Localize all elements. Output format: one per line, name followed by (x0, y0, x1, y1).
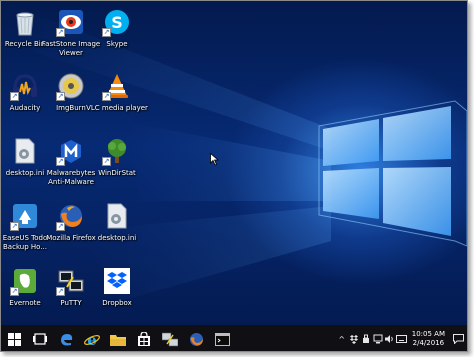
faststone-icon: ↗ (56, 7, 86, 37)
desktop[interactable]: Recycle Bin ↗ FastStone Image Viewer S ↗… (1, 1, 467, 325)
shortcut-arrow-icon: ↗ (56, 222, 65, 231)
screenshot-frame: Recycle Bin ↗ FastStone Image Viewer S ↗… (0, 0, 468, 352)
notifications-icon (452, 334, 464, 344)
audacity-icon: ↗ (10, 71, 40, 101)
imgburn-icon: ↗ (56, 71, 86, 101)
internet-explorer-icon: e (84, 332, 100, 347)
shortcut-arrow-icon: ↗ (102, 92, 111, 101)
shortcut-arrow-icon: ↗ (10, 287, 19, 296)
command-prompt-icon (214, 332, 230, 346)
edge-icon (60, 333, 72, 345)
taskbar-putty-button[interactable] (157, 325, 183, 351)
firefox-icon (189, 332, 203, 346)
desktop-icon-windirstat[interactable]: ↗ WinDirStat (86, 136, 148, 196)
file-explorer-icon (110, 334, 126, 346)
icon-label: Dropbox (102, 299, 132, 307)
firefox-icon: ↗ (56, 201, 86, 231)
keyboard-icon (396, 335, 408, 343)
putty-icon (162, 332, 178, 346)
dropbox-tray-icon (349, 334, 358, 344)
taskbar-firefox-button[interactable] (183, 325, 209, 351)
action-center-button[interactable] (451, 325, 465, 351)
system-tray: ^ 10:05 AM 2/4/2016 (336, 325, 467, 351)
tray-app-icon[interactable] (348, 325, 360, 351)
shortcut-arrow-icon: ↗ (102, 157, 111, 166)
shortcut-arrow-icon: ↗ (56, 28, 65, 37)
tray-usb-button[interactable] (360, 325, 372, 351)
start-icon (7, 332, 21, 346)
chevron-up-icon: ^ (338, 334, 346, 344)
tray-network-button[interactable] (372, 325, 384, 351)
skype-icon: S ↗ (102, 7, 132, 37)
vlc-icon: ↗ (102, 71, 132, 101)
mouse-pointer-icon (210, 153, 219, 166)
evernote-icon: ↗ (10, 266, 40, 296)
shortcut-arrow-icon: ↗ (56, 92, 65, 101)
taskbar: e ^ 10:05 AM 2/4/2016 (1, 325, 467, 351)
store-icon (138, 331, 150, 346)
task-view-button[interactable] (27, 325, 53, 351)
desktop-icon-skype[interactable]: S ↗ Skype (86, 7, 148, 67)
taskbar-store-button[interactable] (131, 325, 157, 351)
shortcut-arrow-icon: ↗ (56, 157, 65, 166)
tray-keyboard-button[interactable] (396, 325, 408, 351)
svg-text:S: S (111, 13, 123, 32)
windirstat-icon: ↗ (102, 136, 132, 166)
easeus-icon: ↗ (10, 201, 40, 231)
desktop-icon-vlc[interactable]: ↗ VLC media player (86, 71, 148, 131)
shortcut-arrow-icon: ↗ (56, 287, 65, 296)
clock-time: 10:05 AM (411, 330, 445, 338)
taskbar-command-prompt-button[interactable] (209, 325, 235, 351)
malwarebytes-icon: ↗ (56, 136, 86, 166)
desktop-icon-dropbox[interactable]: Dropbox (86, 266, 148, 325)
icon-label: desktop.ini (97, 234, 137, 242)
taskbar-file-explorer-button[interactable] (105, 325, 131, 351)
dropbox-icon (102, 266, 132, 296)
taskbar-internet-explorer-button[interactable]: e (79, 325, 105, 351)
show-hidden-icons-button[interactable]: ^ (336, 325, 348, 351)
recycle-bin-icon (10, 7, 40, 37)
usb-icon (362, 334, 369, 343)
desktop-icon-desktop-ini-2[interactable]: desktop.ini (86, 201, 148, 261)
icon-label: WinDirStat (98, 169, 136, 177)
speaker-icon (385, 335, 394, 343)
icon-label: VLC media player (86, 104, 148, 112)
ini-file-icon (102, 201, 132, 231)
tray-volume-button[interactable] (384, 325, 396, 351)
taskbar-clock[interactable]: 10:05 AM 2/4/2016 (412, 330, 445, 348)
icon-label: Skype (106, 40, 128, 48)
shortcut-arrow-icon: ↗ (10, 222, 19, 231)
network-icon (373, 334, 383, 344)
task-view-icon (33, 333, 47, 345)
taskbar-edge-button[interactable] (53, 325, 79, 351)
shortcut-arrow-icon: ↗ (102, 28, 111, 37)
start-button[interactable] (1, 325, 27, 351)
shortcut-arrow-icon: ↗ (10, 92, 19, 101)
clock-date: 2/4/2016 (412, 339, 445, 347)
putty-icon: ↗ (56, 266, 86, 296)
ini-file-icon (10, 136, 40, 166)
